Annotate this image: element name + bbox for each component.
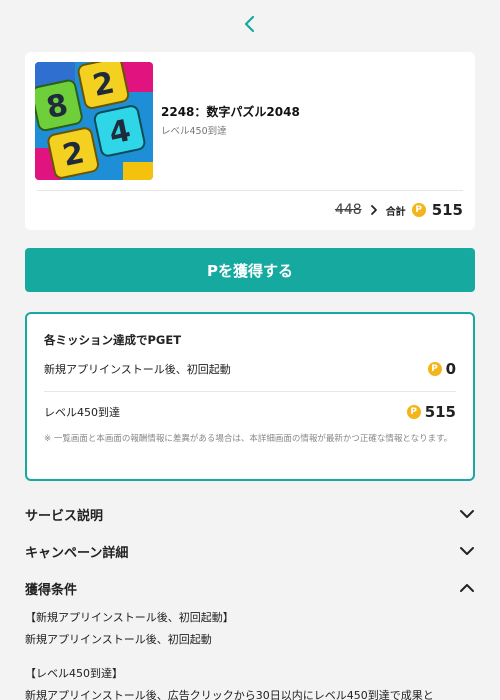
condition-body: 新規アプリインストール後、広告クリックから30日以内にレベル450到達で成果と [25, 689, 434, 700]
chevron-down-icon [460, 547, 474, 555]
page: 8 2 2 4 2248：数字パズル2048 レベル450到達 448 合計 P… [0, 0, 500, 700]
get-points-button[interactable]: Pを獲得する [25, 248, 475, 292]
condition-heading: 【レベル450到達】 [25, 667, 123, 680]
mission-reward: P 515 [406, 403, 456, 421]
old-points: 448 [334, 202, 362, 218]
section-title: サービス説明 [25, 508, 104, 524]
mission-label: 新規アプリインストール後、初回起動 [44, 363, 231, 376]
point-coin-icon: P [411, 203, 426, 217]
mission-box: 各ミッション達成でPGET 新規アプリインストール後、初回起動 P 0 レベル4… [25, 312, 475, 481]
mission-label: レベル450到達 [44, 406, 120, 419]
section-campaign-details[interactable]: キャンペーン詳細 [25, 539, 475, 563]
total-label: 合計 [385, 206, 406, 218]
mission-title: 各ミッション達成でPGET [44, 333, 182, 347]
back-button[interactable] [234, 8, 266, 40]
points-summary: 448 合計 P 515 [335, 200, 463, 220]
chevron-down-icon [460, 510, 474, 518]
chevron-left-icon [244, 15, 255, 33]
point-coin-icon: P [427, 362, 442, 376]
section-earning-conditions[interactable]: 獲得条件 [25, 576, 475, 600]
mission-reward: P 0 [427, 360, 456, 378]
mission-note: ※ 一覧画面と本画面の報酬情報に差異がある場合は、本詳細画面の情報が最新かつ正確… [44, 434, 453, 444]
condition-heading: 【新規アプリインストール後、初回起動】 [25, 611, 234, 624]
section-service-description[interactable]: サービス説明 [25, 502, 475, 526]
section-title: 獲得条件 [25, 582, 78, 598]
total-points: 515 [431, 201, 463, 219]
app-title: 2248：数字パズル2048 [161, 105, 300, 119]
divider [37, 190, 463, 191]
top-bar [0, 8, 500, 40]
app-icon: 8 2 2 4 [35, 62, 153, 180]
chevron-up-icon [460, 584, 474, 592]
app-subtitle: レベル450到達 [161, 126, 227, 137]
mission-item-install: 新規アプリインストール後、初回起動 P 0 [44, 358, 456, 380]
chevron-right-icon [370, 205, 377, 215]
section-title: キャンペーン詳細 [25, 545, 129, 561]
divider [44, 391, 456, 392]
condition-body: 新規アプリインストール後、初回起動 [25, 633, 212, 646]
point-coin-icon: P [406, 405, 421, 419]
mission-points: 515 [424, 403, 456, 421]
mission-points: 0 [445, 360, 456, 378]
mission-item-level: レベル450到達 P 515 [44, 401, 456, 423]
app-card: 8 2 2 4 2248：数字パズル2048 レベル450到達 448 合計 P… [25, 52, 475, 230]
